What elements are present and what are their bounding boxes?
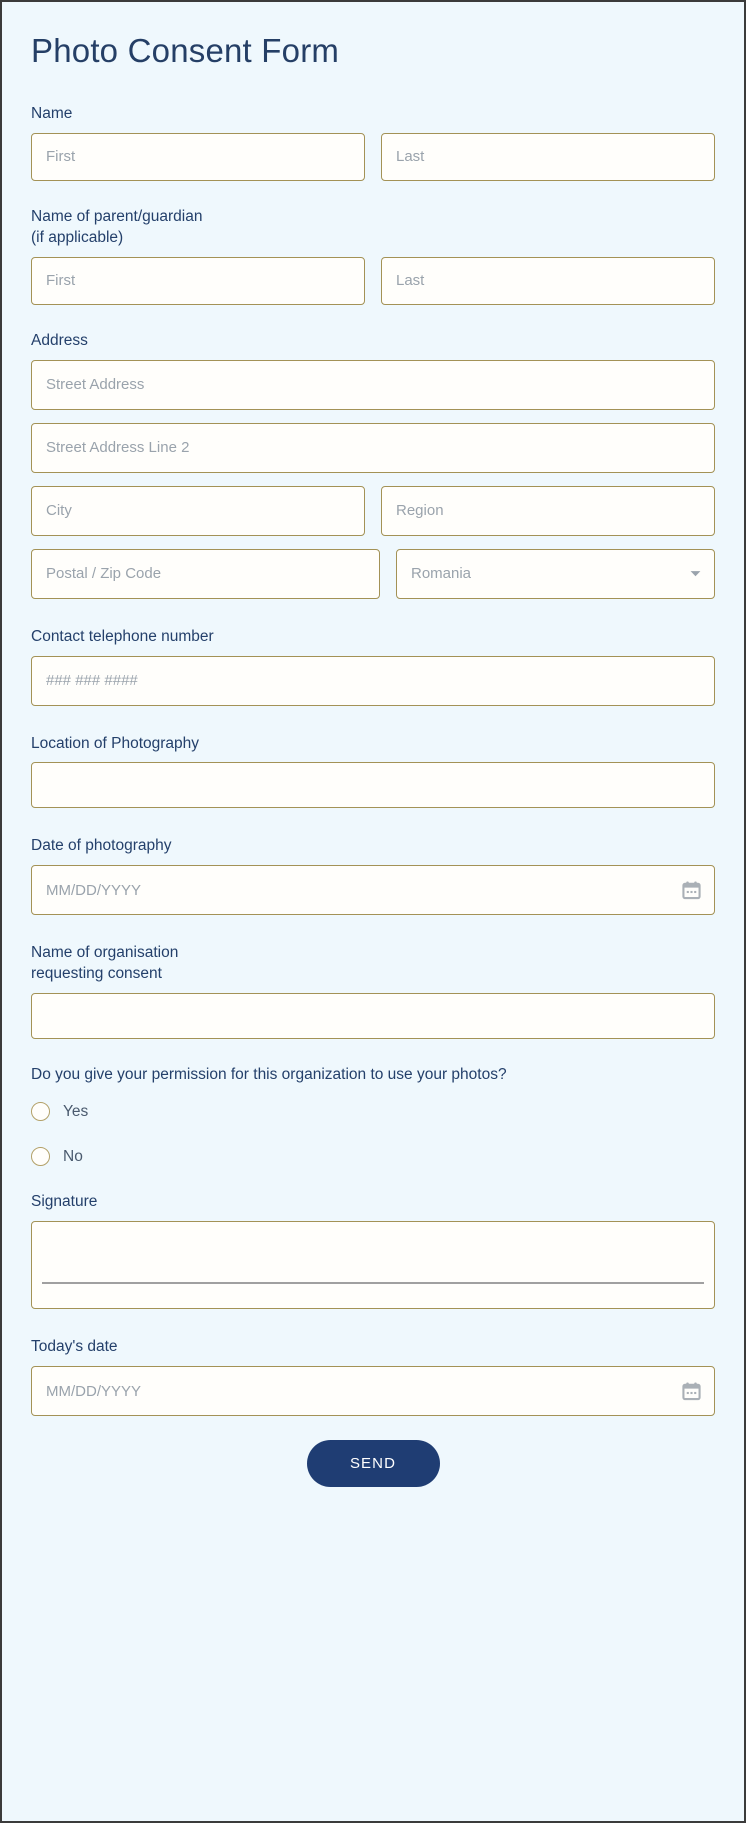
todays-date-label: Today's date bbox=[31, 1338, 118, 1356]
field-todays-date: Today's date bbox=[31, 1337, 715, 1416]
address-postal-input[interactable] bbox=[31, 548, 380, 599]
address-inputs bbox=[31, 359, 715, 599]
address-street-input[interactable] bbox=[31, 359, 715, 410]
address-country-select[interactable] bbox=[396, 548, 715, 599]
send-button[interactable]: SEND bbox=[306, 1440, 440, 1487]
field-phone: Contact telephone number bbox=[31, 627, 715, 706]
address-country-select-wrapper bbox=[396, 548, 715, 599]
field-organisation: Name of organisation requesting consent bbox=[31, 943, 715, 1040]
address-city-region-row bbox=[31, 485, 715, 536]
phone-label: Contact telephone number bbox=[31, 627, 214, 645]
date-of-photography-wrapper bbox=[31, 865, 715, 916]
submit-row: SEND bbox=[31, 1440, 715, 1487]
date-of-photography-input[interactable] bbox=[31, 865, 715, 916]
calendar-icon[interactable] bbox=[682, 1382, 701, 1401]
name-first-input[interactable] bbox=[31, 132, 365, 181]
address-city-input[interactable] bbox=[31, 485, 365, 536]
field-permission: Do you give your permission for this org… bbox=[31, 1065, 715, 1167]
signature-pad[interactable] bbox=[31, 1221, 715, 1310]
radio-label-no: No bbox=[63, 1147, 83, 1165]
radio-option-yes[interactable]: Yes bbox=[31, 1102, 89, 1122]
guardian-label: Name of parent/guardian (if applicable) bbox=[31, 207, 203, 246]
radio-circle-icon[interactable] bbox=[31, 1147, 50, 1167]
radio-circle-icon[interactable] bbox=[31, 1102, 50, 1122]
organisation-input[interactable] bbox=[31, 993, 715, 1040]
phone-input[interactable] bbox=[31, 655, 715, 706]
permission-question: Do you give your permission for this org… bbox=[31, 1066, 507, 1084]
radio-option-no[interactable]: No bbox=[31, 1147, 83, 1167]
guardian-first-input[interactable] bbox=[31, 256, 365, 305]
name-last-input[interactable] bbox=[381, 132, 715, 181]
todays-date-input[interactable] bbox=[31, 1366, 715, 1416]
field-location: Location of Photography bbox=[31, 734, 715, 809]
page-title: Photo Consent Form bbox=[31, 32, 340, 69]
address-street2-input[interactable] bbox=[31, 422, 715, 473]
guardian-last-input[interactable] bbox=[381, 256, 715, 305]
field-address: Address bbox=[31, 331, 715, 599]
field-name: Name bbox=[31, 104, 715, 181]
field-signature: Signature bbox=[31, 1192, 715, 1310]
calendar-icon[interactable] bbox=[682, 881, 701, 900]
guardian-inputs-row bbox=[31, 256, 715, 305]
address-region-input[interactable] bbox=[381, 485, 715, 536]
name-label: Name bbox=[31, 104, 73, 122]
address-postal-country-row bbox=[31, 548, 715, 599]
address-label: Address bbox=[31, 331, 88, 349]
signature-baseline bbox=[42, 1282, 704, 1285]
todays-date-wrapper bbox=[31, 1366, 715, 1416]
field-date-of-photography: Date of photography bbox=[31, 836, 715, 916]
date-of-photography-label: Date of photography bbox=[31, 837, 172, 855]
photo-consent-form: Photo Consent Form Name Name of parent/g… bbox=[0, 0, 746, 1823]
name-inputs-row bbox=[31, 132, 715, 181]
signature-label: Signature bbox=[31, 1193, 98, 1211]
location-label: Location of Photography bbox=[31, 734, 200, 752]
organisation-label: Name of organisation requesting consent bbox=[31, 944, 179, 983]
location-input[interactable] bbox=[31, 762, 715, 809]
field-guardian-name: Name of parent/guardian (if applicable) bbox=[31, 207, 715, 305]
radio-label-yes: Yes bbox=[63, 1102, 89, 1120]
